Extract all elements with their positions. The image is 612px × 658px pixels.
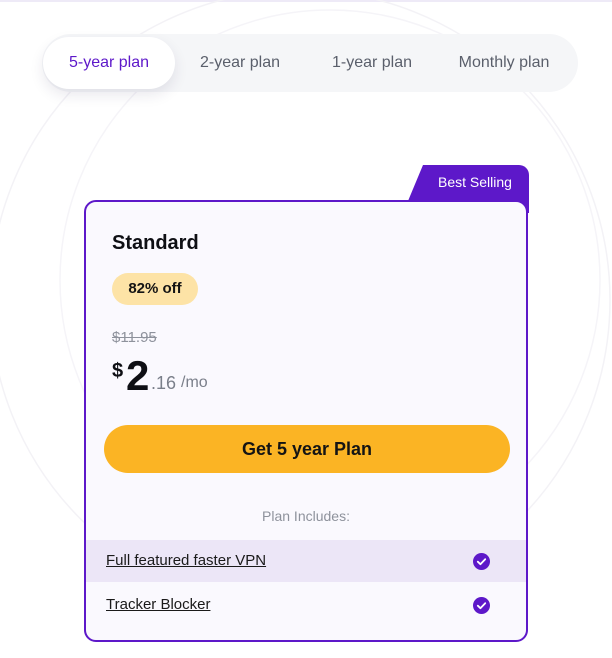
feature-row-tracker-blocker: Tracker Blocker (86, 584, 526, 626)
price-whole: 2 (126, 352, 150, 399)
get-plan-button[interactable]: Get 5 year Plan (104, 425, 510, 473)
tab-2-year-plan[interactable]: 2-year plan (182, 37, 298, 89)
feature-label-tracker-blocker[interactable]: Tracker Blocker (106, 596, 210, 613)
feature-label-vpn[interactable]: Full featured faster VPN (106, 552, 266, 569)
feature-row-vpn: Full featured faster VPN (86, 540, 526, 582)
plan-title: Standard (112, 232, 199, 254)
best-selling-label: Best Selling (438, 174, 512, 190)
check-circle-icon (473, 597, 490, 614)
check-circle-icon (473, 553, 490, 570)
plan-includes-heading: Plan Includes: (262, 508, 350, 524)
plan-card-standard: Standard 82% off $11.95 $ 2 .16 /mo Get … (84, 200, 528, 642)
discount-badge: 82% off (112, 273, 198, 305)
plan-period-tabs: 5-year plan 2-year plan 1-year plan Mont… (42, 34, 578, 92)
tab-1-year-plan[interactable]: 1-year plan (312, 37, 432, 89)
top-divider (0, 0, 612, 2)
tab-monthly-plan[interactable]: Monthly plan (444, 37, 564, 89)
original-price: $11.95 (112, 329, 157, 346)
price-cents: .16 (151, 373, 177, 393)
price-period: /mo (181, 374, 208, 391)
pricing-page: 5-year plan 2-year plan 1-year plan Mont… (0, 0, 612, 658)
price-currency: $ (112, 360, 124, 382)
tab-5-year-plan[interactable]: 5-year plan (43, 37, 175, 89)
